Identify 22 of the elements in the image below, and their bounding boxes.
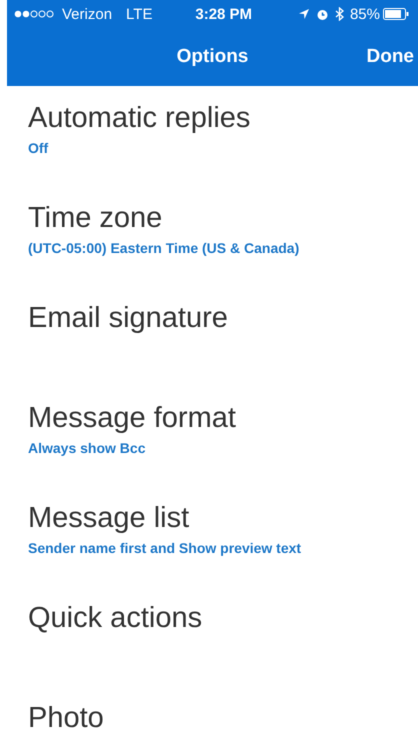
setting-value: Always show Bcc xyxy=(28,440,146,456)
battery-percent: 85% xyxy=(350,6,380,22)
setting-item[interactable]: Photo xyxy=(28,702,104,734)
signal-icon xyxy=(14,10,54,18)
setting-item[interactable]: Automatic replies xyxy=(28,102,250,134)
network-type: LTE xyxy=(126,6,152,22)
setting-item[interactable]: Message list xyxy=(28,502,190,534)
setting-item[interactable]: Message format xyxy=(28,402,236,434)
screen-title: Options xyxy=(176,46,248,67)
alarm-clock-icon xyxy=(316,8,329,20)
bluetooth-icon xyxy=(334,7,344,21)
setting-item[interactable]: Quick actions xyxy=(28,602,202,634)
carrier-name: Verizon xyxy=(62,6,112,22)
setting-value: Off xyxy=(28,140,48,156)
battery-icon xyxy=(383,8,409,20)
setting-value: Sender name first and Show preview text xyxy=(28,540,302,556)
setting-value: (UTC-05:00) Eastern Time (US & Canada) xyxy=(28,240,300,256)
setting-item[interactable]: Time zone xyxy=(28,202,162,234)
status-time: 3:28 PM xyxy=(195,6,252,22)
done-button[interactable]: Done xyxy=(366,46,414,68)
setting-item[interactable]: Email signature xyxy=(28,302,228,334)
location-arrow-icon xyxy=(298,8,310,20)
